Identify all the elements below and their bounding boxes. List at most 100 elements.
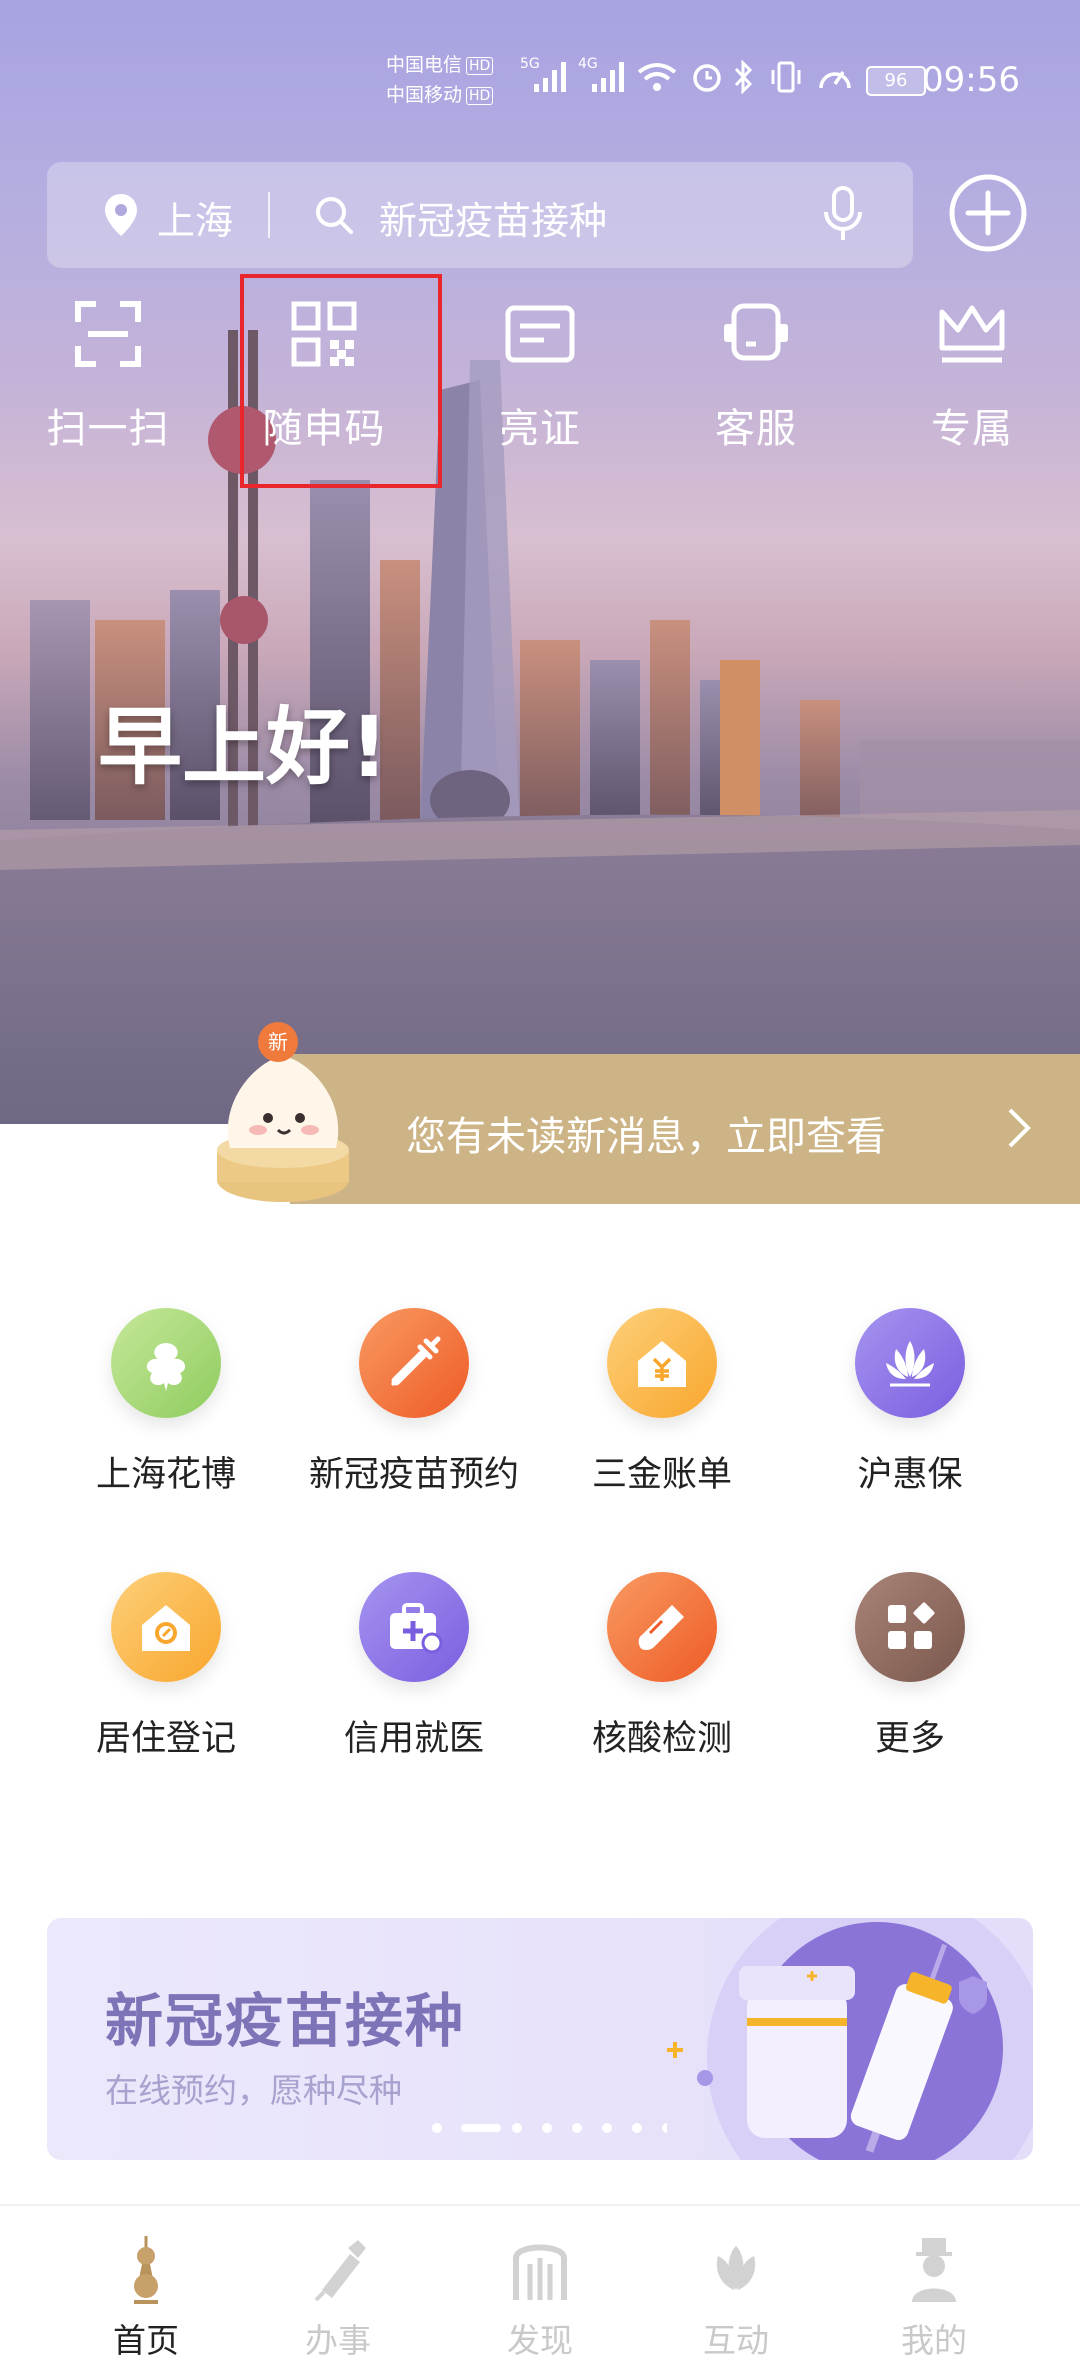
id-card-icon	[505, 305, 575, 363]
carrier-telecom: 中国电信	[386, 54, 463, 76]
service-nucleic-test[interactable]: 核酸检测	[542, 1572, 782, 1761]
signal-icon	[592, 62, 624, 92]
service-icon-circle	[855, 1308, 965, 1418]
carousel-dot[interactable]	[512, 2123, 522, 2133]
service-icon-circle	[111, 1572, 221, 1682]
search-bar[interactable]: 上海 新冠疫苗接种	[47, 162, 913, 268]
house-yuan-icon	[638, 1341, 686, 1387]
vaccine-illustration-icon	[667, 1918, 1033, 2160]
hd-badge: HD	[466, 86, 494, 105]
syringe-icon	[390, 1336, 441, 1387]
tab-interact[interactable]: 互动	[666, 2234, 806, 2362]
unread-message-bar[interactable]: 您有未读新消息，立即查看	[290, 1054, 1080, 1204]
service-label: 居住登记	[95, 1719, 236, 1759]
chevron-right-icon	[1008, 1108, 1031, 1148]
service-funds-bill[interactable]: 三金账单	[542, 1308, 782, 1497]
city-selector[interactable]: 上海	[157, 190, 233, 245]
status-bar: 中国电信 HD 中国移动 HD 5G 4G 96 09:56	[0, 40, 1080, 120]
carousel-dot[interactable]	[632, 2123, 642, 2133]
service-icon-circle	[111, 1308, 221, 1418]
quick-action-label: 客服	[715, 406, 797, 452]
tab-label: 发现	[507, 2321, 573, 2360]
carousel-dot[interactable]	[572, 2123, 582, 2133]
pearl-tower-icon	[134, 2236, 158, 2304]
hd-badge: HD	[466, 56, 494, 75]
quick-action-label: 亮证	[499, 406, 581, 452]
tab-label: 办事	[305, 2321, 371, 2360]
carousel-dot[interactable]	[432, 2123, 442, 2133]
service-label: 信用就医	[343, 1719, 484, 1759]
new-badge: 新	[268, 1030, 288, 1054]
add-circle-icon[interactable]	[948, 173, 1028, 253]
service-label: 三金账单	[591, 1455, 732, 1495]
battery-indicator: 96	[866, 66, 926, 96]
bluetooth-icon	[734, 60, 753, 94]
flower-icon	[146, 1343, 186, 1391]
test-tube-icon	[638, 1605, 684, 1650]
service-icon-circle	[855, 1572, 965, 1682]
quick-action-customer-service[interactable]: 客服	[676, 300, 836, 454]
pen-icon	[314, 2240, 366, 2302]
carousel-dot[interactable]	[662, 2123, 667, 2133]
service-vaccine-booking[interactable]: 新冠疫苗预约	[294, 1308, 534, 1497]
quick-action-label: 扫一扫	[46, 406, 170, 452]
carousel-dot[interactable]	[602, 2123, 612, 2133]
carousel-dot[interactable]	[542, 2123, 552, 2133]
microphone-icon[interactable]	[821, 186, 865, 244]
person-icon	[912, 2238, 956, 2302]
highlight-box	[240, 274, 442, 488]
service-label: 新冠疫苗预约	[308, 1455, 519, 1495]
alarm-icon	[693, 64, 721, 92]
search-divider	[268, 192, 270, 238]
wifi-icon	[637, 63, 677, 91]
service-huhuibao[interactable]: 沪惠保	[790, 1308, 1030, 1497]
location-pin-icon[interactable]	[103, 192, 139, 238]
service-more[interactable]: 更多	[790, 1572, 1030, 1761]
service-icon-circle	[359, 1308, 469, 1418]
quick-action-scan[interactable]: 扫一扫	[28, 300, 188, 454]
tab-discover[interactable]: 发现	[470, 2234, 610, 2362]
headset-icon	[724, 303, 788, 361]
vaccine-promo-banner[interactable]: 新冠疫苗接种 在线预约，愿种尽种	[47, 1918, 1033, 2160]
arch-icon	[513, 2244, 567, 2300]
signal-icon	[534, 62, 566, 92]
home-icon	[142, 1605, 190, 1651]
magnolia-icon	[716, 2246, 756, 2290]
carrier-mobile: 中国移动	[386, 84, 463, 106]
crown-icon	[939, 305, 1005, 363]
tab-mine[interactable]: 我的	[864, 2234, 1004, 2362]
tab-label: 互动	[703, 2321, 769, 2360]
tab-label: 首页	[113, 2321, 179, 2360]
service-credit-medical[interactable]: 信用就医	[294, 1572, 534, 1761]
service-icon-circle	[359, 1572, 469, 1682]
hero-banner: 中国电信 HD 中国移动 HD 5G 4G 96 09:56 上海 新冠疫苗接种 扫…	[0, 0, 1080, 1124]
vibrate-icon	[771, 61, 801, 93]
carrier-info: 中国电信 HD 中国移动 HD	[386, 50, 494, 110]
greeting-text: 早上好!	[98, 698, 389, 796]
banner-subtitle: 在线预约，愿种尽种	[105, 2071, 402, 2110]
carousel-dot-active[interactable]	[461, 2124, 501, 2132]
search-input[interactable]: 新冠疫苗接种	[379, 190, 607, 245]
apps-grid-icon	[888, 1602, 935, 1649]
lotus-icon	[886, 1341, 934, 1387]
service-expo[interactable]: 上海花博	[46, 1308, 286, 1497]
service-icon-circle	[607, 1572, 717, 1682]
tab-services[interactable]: 办事	[268, 2234, 408, 2362]
quick-action-exclusive[interactable]: 专属	[892, 300, 1052, 454]
bottom-tab-bar: 首页 办事 发现 互动 我的	[0, 2204, 1080, 2378]
carousel-dots[interactable]	[427, 2118, 667, 2138]
service-icon-circle	[607, 1308, 717, 1418]
quick-action-show-id[interactable]: 亮证	[460, 300, 620, 454]
service-label: 沪惠保	[857, 1455, 963, 1495]
steamed-bun-mascot-icon: 新	[217, 1022, 349, 1202]
banner-title: 新冠疫苗接种	[105, 1987, 466, 2055]
tab-label: 我的	[901, 2321, 967, 2360]
service-residence-registration[interactable]: 居住登记	[46, 1572, 286, 1761]
service-label: 核酸检测	[591, 1719, 732, 1759]
scan-icon	[75, 301, 141, 367]
status-time: 09:56	[922, 60, 1020, 100]
search-icon	[316, 197, 353, 234]
service-label: 更多	[874, 1719, 945, 1759]
quick-action-label: 专属	[931, 406, 1013, 452]
tab-home[interactable]: 首页	[76, 2234, 216, 2362]
